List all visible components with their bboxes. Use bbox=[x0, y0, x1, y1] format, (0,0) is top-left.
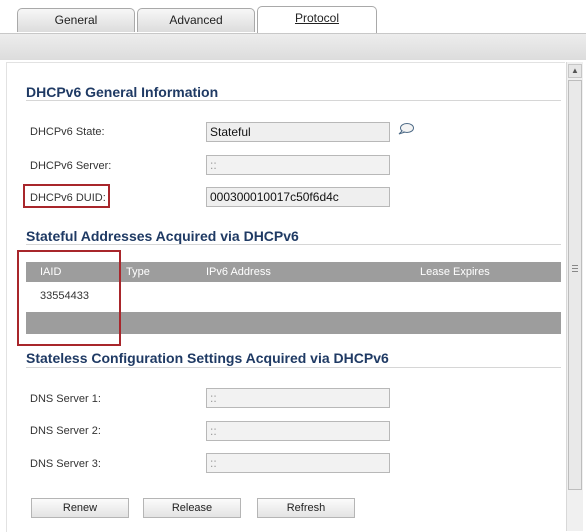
stateless-heading: Stateless Configuration Settings Acquire… bbox=[26, 350, 389, 366]
comment-bubble-icon[interactable] bbox=[398, 123, 414, 135]
tab-general[interactable]: General bbox=[17, 8, 135, 32]
refresh-button[interactable]: Refresh bbox=[257, 498, 355, 518]
duid-highlight-box bbox=[23, 184, 110, 208]
dhcpv6-duid-field: 000300010017c50f6d4c bbox=[206, 187, 390, 207]
tab-advanced[interactable]: Advanced bbox=[137, 8, 255, 32]
tab-protocol[interactable]: Protocol bbox=[257, 6, 377, 33]
tab-general-label: General bbox=[54, 13, 98, 27]
dns-server-1-label: DNS Server 1: bbox=[30, 393, 101, 405]
scrollbar-thumb[interactable] bbox=[568, 80, 582, 490]
dhcpv6-server-label: DHCPv6 Server: bbox=[30, 160, 112, 172]
section-divider bbox=[26, 100, 561, 101]
tab-protocol-label: Protocol bbox=[294, 11, 340, 25]
dns-server-3-label: DNS Server 3: bbox=[30, 458, 101, 470]
dhcpv6-state-field: Stateful bbox=[206, 122, 390, 142]
section-divider bbox=[26, 244, 561, 245]
dns-server-3-field: :: bbox=[206, 453, 390, 473]
vertical-scrollbar[interactable]: ▲ bbox=[566, 62, 583, 531]
tab-advanced-label: Advanced bbox=[169, 13, 223, 27]
tab-strip: General Advanced Protocol bbox=[0, 0, 586, 34]
column-header-type: Type bbox=[126, 266, 150, 278]
scroll-grip-line bbox=[572, 271, 578, 272]
dns-server-2-field: :: bbox=[206, 421, 390, 441]
section-divider bbox=[26, 367, 561, 368]
toolbar-bar bbox=[0, 33, 586, 60]
scroll-grip-line bbox=[572, 268, 578, 269]
iaid-highlight-box bbox=[17, 250, 121, 346]
general-info-heading: DHCPv6 General Information bbox=[26, 84, 219, 100]
dhcpv6-state-label: DHCPv6 State: bbox=[30, 126, 105, 138]
dhcpv6-server-field: :: bbox=[206, 155, 390, 175]
stateful-heading: Stateful Addresses Acquired via DHCPv6 bbox=[26, 228, 299, 244]
scroll-grip-line bbox=[572, 265, 578, 266]
column-header-lease-expires: Lease Expires bbox=[420, 266, 490, 278]
scroll-up-arrow-icon[interactable]: ▲ bbox=[568, 64, 582, 78]
renew-button[interactable]: Renew bbox=[31, 498, 129, 518]
dns-server-1-field: :: bbox=[206, 388, 390, 408]
column-header-ipv6-address: IPv6 Address bbox=[206, 266, 271, 278]
dns-server-2-label: DNS Server 2: bbox=[30, 425, 101, 437]
release-button[interactable]: Release bbox=[143, 498, 241, 518]
